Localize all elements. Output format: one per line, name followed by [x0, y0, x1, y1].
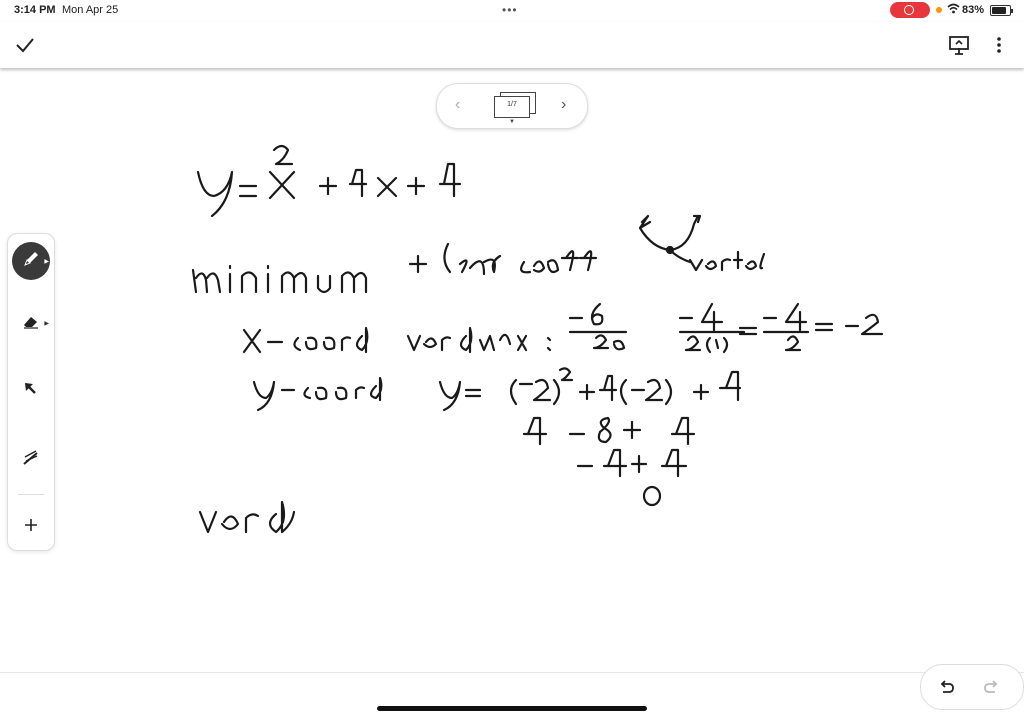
ink-stroke-line4-fraction1 — [568, 302, 628, 351]
more-vertical-icon[interactable] — [994, 34, 1004, 56]
ink-stroke-line8 — [642, 485, 662, 507]
ink-stroke-line3 — [408, 242, 598, 276]
present-icon[interactable] — [948, 35, 970, 55]
undo-icon[interactable] — [937, 677, 955, 700]
ink-stroke-line1 — [196, 144, 462, 218]
multitasking-dots-icon[interactable]: ••• — [502, 3, 518, 17]
battery-percent: 83% — [962, 4, 985, 16]
ink-stroke-line2 — [191, 264, 368, 294]
ink-stroke-line5 — [252, 376, 383, 412]
status-time: 3:14 PM — [14, 4, 56, 16]
mic-indicator-icon — [936, 7, 942, 13]
battery-icon — [990, 5, 1013, 16]
home-indicator[interactable] — [377, 706, 647, 711]
ink-stroke-line7 — [576, 448, 688, 478]
status-date: Mon Apr 25 — [62, 4, 119, 16]
bottom-divider — [0, 672, 1024, 673]
undo-redo-group — [920, 664, 1024, 710]
ink-stroke-vertex-diagram — [638, 214, 702, 264]
ink-stroke-line5-expr — [438, 367, 742, 412]
handwriting-canvas[interactable] — [0, 92, 1024, 672]
redo-icon[interactable] — [983, 677, 1001, 700]
wifi-icon — [947, 3, 960, 17]
status-bar: 3:14 PM Mon Apr 25 ••• 83% — [0, 0, 1024, 22]
ink-stroke-line4-fraction3 — [762, 302, 884, 352]
screen-recording-icon[interactable] — [890, 2, 930, 18]
ink-stroke-vertex-label — [688, 250, 766, 272]
check-icon[interactable] — [14, 34, 36, 56]
ink-stroke-line4-fraction2 — [678, 302, 758, 354]
top-toolbar — [0, 22, 1024, 68]
ink-stroke-line9 — [198, 500, 296, 534]
ink-stroke-line6 — [522, 416, 696, 446]
ink-stroke-line4 — [242, 326, 552, 354]
